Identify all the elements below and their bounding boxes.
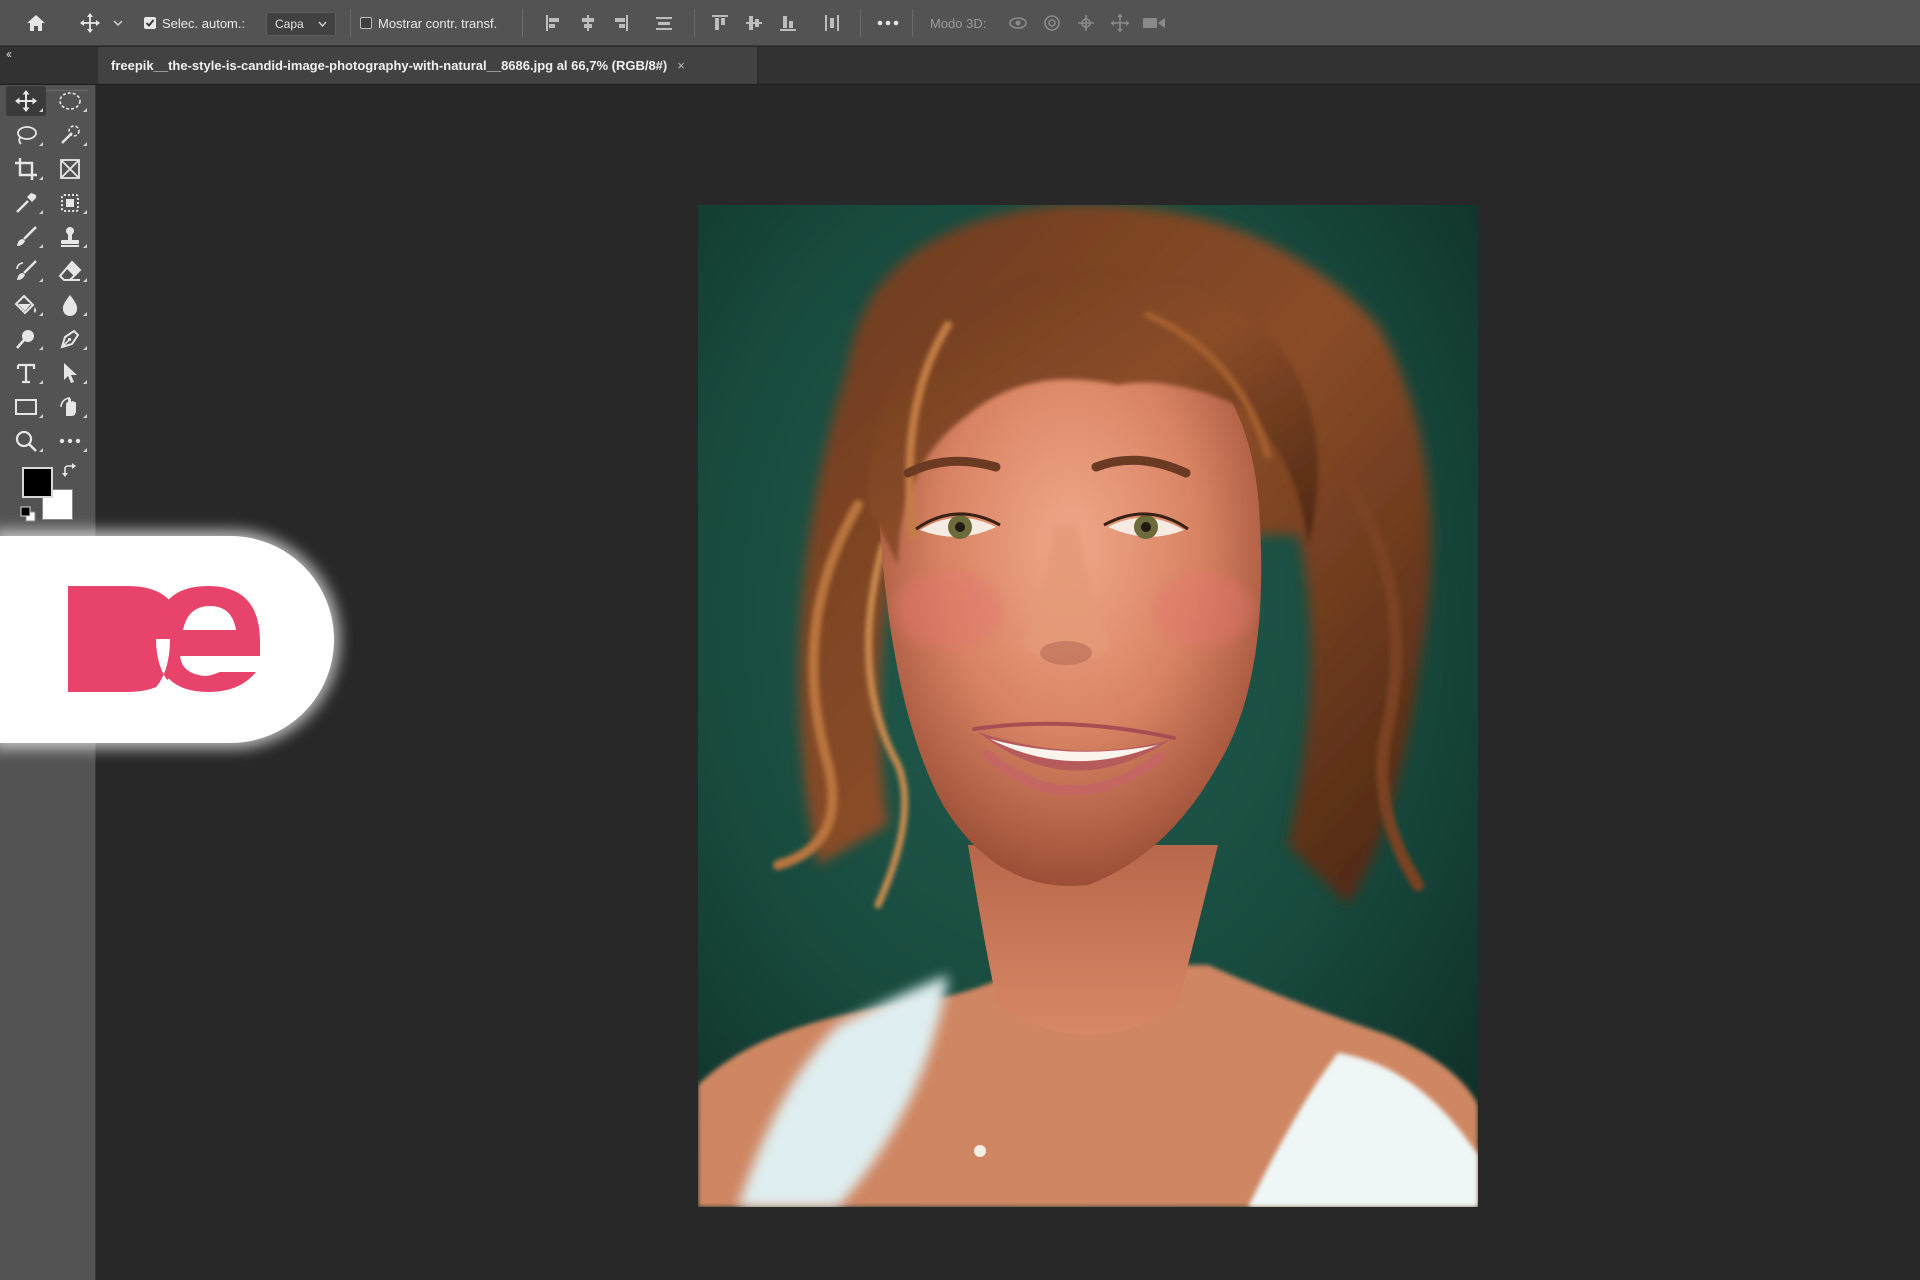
foreground-color-swatch[interactable] bbox=[22, 467, 53, 498]
rotate-view-tool[interactable] bbox=[50, 392, 90, 422]
checkbox-unchecked-icon bbox=[360, 17, 372, 29]
zoom-tool[interactable] bbox=[6, 426, 46, 456]
crop-tool[interactable] bbox=[6, 154, 46, 184]
blur-drop-icon bbox=[62, 295, 78, 316]
layer-select[interactable]: Capa bbox=[266, 12, 336, 36]
slide-3d-icon[interactable] bbox=[1106, 0, 1134, 46]
divider bbox=[860, 9, 861, 37]
chevron-down-icon bbox=[318, 21, 327, 27]
eraser-icon bbox=[58, 260, 82, 281]
history-brush-icon bbox=[16, 260, 37, 280]
rectangle-icon bbox=[15, 399, 37, 415]
portrait-photo bbox=[698, 205, 1478, 1207]
brand-logo-text: De bbox=[60, 564, 62, 565]
eyedropper-tool[interactable] bbox=[6, 188, 46, 218]
divider bbox=[694, 9, 695, 37]
checkbox-checked-icon bbox=[144, 17, 156, 29]
marquee-tool[interactable] bbox=[50, 86, 90, 116]
more-tools-icon bbox=[59, 438, 81, 444]
layer-select-value: Capa bbox=[275, 17, 304, 31]
more-horizontal-icon[interactable] bbox=[874, 0, 902, 46]
document-title: freepik__the-style-is-candid-image-photo… bbox=[111, 58, 668, 73]
align-right-icon[interactable] bbox=[606, 0, 634, 46]
lasso-icon bbox=[17, 126, 37, 145]
document-tab[interactable]: freepik__the-style-is-candid-image-photo… bbox=[98, 47, 758, 84]
pan-3d-icon[interactable] bbox=[1072, 0, 1100, 46]
move-icon[interactable] bbox=[76, 0, 104, 46]
watermark-badge: De bbox=[0, 536, 334, 743]
marquee-ellipse-icon bbox=[59, 92, 81, 110]
divider bbox=[350, 9, 351, 37]
crop-icon bbox=[15, 158, 37, 180]
divider bbox=[912, 9, 913, 37]
dodge-tool[interactable] bbox=[6, 324, 46, 354]
document-canvas[interactable] bbox=[698, 205, 1478, 1207]
mode-3d-label: Modo 3D: bbox=[930, 15, 987, 31]
path-selection-icon bbox=[64, 363, 77, 383]
show-transform-label: Mostrar contr. transf. bbox=[378, 15, 498, 31]
distribute-horizontal-icon[interactable] bbox=[818, 0, 846, 46]
edit-toolbar-button[interactable] bbox=[50, 426, 90, 456]
dodge-icon bbox=[16, 330, 34, 349]
rectangle-tool[interactable] bbox=[6, 392, 46, 422]
roll-3d-icon[interactable] bbox=[1038, 0, 1066, 46]
divider bbox=[522, 9, 523, 37]
spot-healing-tool[interactable] bbox=[50, 188, 90, 218]
zoom-icon bbox=[15, 430, 37, 452]
type-icon bbox=[16, 363, 36, 384]
collapse-panels-icon[interactable]: ‹‹ bbox=[6, 47, 12, 61]
frame-icon bbox=[60, 159, 80, 179]
swap-colors-icon[interactable] bbox=[62, 463, 78, 479]
quick-selection-icon bbox=[61, 125, 80, 144]
eyedropper-icon bbox=[16, 193, 37, 213]
type-tool[interactable] bbox=[6, 358, 46, 388]
clone-stamp-tool[interactable] bbox=[50, 222, 90, 252]
lasso-tool[interactable] bbox=[6, 120, 46, 150]
eraser-tool[interactable] bbox=[50, 256, 90, 286]
chevron-down-icon[interactable] bbox=[106, 0, 130, 46]
align-bottom-icon[interactable] bbox=[774, 0, 802, 46]
home-icon[interactable] bbox=[22, 0, 50, 46]
options-bar: Selec. autom.: Capa Mostrar contr. trans… bbox=[0, 0, 1920, 46]
move-tool[interactable] bbox=[6, 86, 46, 116]
history-brush-tool[interactable] bbox=[6, 256, 46, 286]
auto-select-label: Selec. autom.: bbox=[162, 15, 246, 31]
document-tab-bar: ‹‹ freepik__the-style-is-candid-image-ph… bbox=[0, 47, 1920, 85]
default-colors-icon[interactable] bbox=[20, 506, 36, 522]
pen-tool[interactable] bbox=[50, 324, 90, 354]
camera-3d-icon[interactable] bbox=[1140, 0, 1168, 46]
align-left-icon[interactable] bbox=[540, 0, 568, 46]
quick-selection-tool[interactable] bbox=[50, 120, 90, 150]
auto-select-checkbox[interactable]: Selec. autom.: bbox=[144, 0, 245, 46]
align-top-icon[interactable] bbox=[706, 0, 734, 46]
hand-rotate-icon bbox=[60, 397, 76, 416]
move-icon bbox=[15, 90, 37, 112]
brush-icon bbox=[17, 226, 37, 246]
show-transform-checkbox[interactable]: Mostrar contr. transf. bbox=[360, 0, 497, 46]
paint-bucket-icon bbox=[14, 294, 36, 315]
clone-stamp-icon bbox=[61, 227, 79, 247]
pen-icon bbox=[60, 329, 80, 349]
paint-bucket-tool[interactable] bbox=[6, 290, 46, 320]
close-tab-icon[interactable]: × bbox=[677, 58, 685, 73]
brand-logo: De bbox=[60, 564, 260, 692]
frame-tool[interactable] bbox=[50, 154, 90, 184]
align-horizontal-center-icon[interactable] bbox=[574, 0, 602, 46]
align-vertical-center-icon[interactable] bbox=[740, 0, 768, 46]
path-selection-tool[interactable] bbox=[50, 358, 90, 388]
distribute-vertical-icon[interactable] bbox=[650, 0, 678, 46]
brush-tool[interactable] bbox=[6, 222, 46, 252]
orbit-3d-icon[interactable] bbox=[1004, 0, 1032, 46]
spot-healing-icon bbox=[61, 194, 79, 212]
blur-tool[interactable] bbox=[50, 290, 90, 320]
